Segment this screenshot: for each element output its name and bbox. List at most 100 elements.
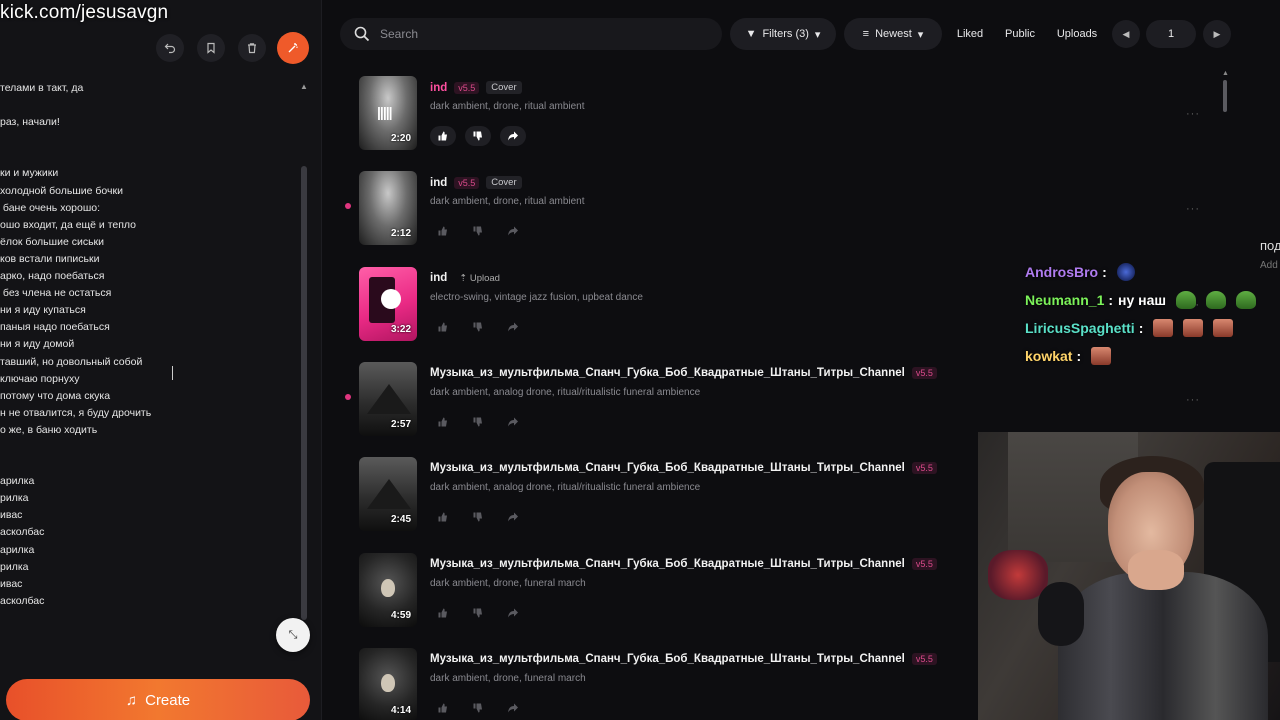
like-button[interactable]	[430, 317, 456, 337]
lyric-line[interactable]	[0, 439, 295, 456]
share-button[interactable]	[500, 507, 526, 527]
share-button[interactable]	[500, 317, 526, 337]
face-emote-icon	[1183, 319, 1204, 337]
song-cover[interactable]: 4:14	[359, 647, 417, 720]
lyric-line[interactable]: рилка	[0, 559, 295, 576]
like-button[interactable]	[430, 412, 456, 432]
lyric-line[interactable]: арилка	[0, 473, 295, 490]
undo-button[interactable]	[156, 34, 184, 62]
song-row[interactable]: ||||| 2:20 ind v5.5 Cover dark ambient, …	[344, 76, 1204, 156]
lyric-line[interactable]: ивас	[0, 507, 295, 524]
search-bar[interactable]	[340, 18, 722, 50]
prev-page-button[interactable]: ◀	[1112, 20, 1140, 48]
lyric-line[interactable]	[0, 97, 295, 114]
more-options-icon[interactable]: ···	[1186, 108, 1200, 120]
lyric-line[interactable]: ки и мужики	[0, 165, 295, 182]
share-button[interactable]	[500, 412, 526, 432]
lyric-line[interactable]: ключаю порнуху	[0, 371, 295, 388]
song-list-scrollbar[interactable]	[1223, 80, 1227, 112]
lyric-line[interactable]: асколбас	[0, 524, 295, 541]
song-title[interactable]: Музыка_из_мультфильма_Спанч_Губка_Боб_Кв…	[430, 558, 905, 570]
like-button[interactable]	[430, 603, 456, 623]
lyric-line[interactable]	[0, 148, 295, 165]
song-cover[interactable]: 4:59	[359, 552, 417, 627]
lyric-line[interactable]: арко, надо поебаться	[0, 268, 295, 285]
create-button[interactable]: ♫ Create	[6, 679, 310, 720]
version-badge: v5.5	[911, 557, 937, 570]
lyrics-scrollbar[interactable]	[301, 166, 307, 620]
dislike-button[interactable]	[465, 126, 491, 146]
dislike-button[interactable]	[465, 221, 491, 241]
song-title[interactable]: ind	[430, 272, 447, 284]
song-cover[interactable]: ||||| 2:20	[359, 76, 417, 150]
song-tag-label: Cover	[491, 177, 517, 189]
more-options-icon[interactable]: ···	[1186, 203, 1200, 215]
song-cover[interactable]: 2:12	[359, 171, 417, 246]
delete-button[interactable]	[238, 34, 266, 62]
scroll-up-icon[interactable]: ▲	[1222, 70, 1229, 77]
lyric-line[interactable]: арилка	[0, 542, 295, 559]
song-title[interactable]: Музыка_из_мультфильма_Спанч_Губка_Боб_Кв…	[430, 367, 905, 379]
song-title[interactable]: Музыка_из_мультфильма_Спанч_Губка_Боб_Кв…	[430, 462, 905, 474]
thumbs-up-icon	[437, 225, 449, 237]
upload-icon: ⇡	[459, 272, 470, 284]
sort-button[interactable]: ≡ Newest ▾	[844, 18, 942, 50]
song-title[interactable]: ind	[430, 177, 447, 189]
lyrics-text[interactable]: телами в такт, да раз, начали! ки и мужики…	[0, 80, 295, 610]
song-cover[interactable]: 2:45	[359, 457, 417, 532]
lyric-line[interactable]: о же, в баню ходить	[0, 422, 295, 439]
share-button[interactable]	[500, 603, 526, 623]
share-button[interactable]	[500, 698, 526, 718]
lyric-line[interactable]: холодной большие бочки	[0, 183, 295, 200]
uploads-filter-button[interactable]: Uploads	[1050, 18, 1104, 50]
liked-filter-button[interactable]: Liked	[950, 18, 990, 50]
lyric-line[interactable]: ошо входит, да ещё и тепло	[0, 217, 295, 234]
lyric-line[interactable]: паныя надо поебаться	[0, 319, 295, 336]
page-number[interactable]: 1	[1146, 20, 1196, 48]
lyric-line[interactable]: потому что дома скука	[0, 388, 295, 405]
like-button[interactable]	[430, 698, 456, 718]
more-options-icon[interactable]: ···	[1186, 394, 1200, 406]
lyric-line[interactable]: без члена не остаться	[0, 285, 295, 302]
like-button[interactable]	[430, 507, 456, 527]
share-button[interactable]	[500, 126, 526, 146]
lyric-line[interactable]: ни я иду домой	[0, 336, 295, 353]
dislike-button[interactable]	[465, 698, 491, 718]
next-page-button[interactable]: ▶	[1203, 20, 1231, 48]
like-button[interactable]	[430, 221, 456, 241]
dislike-button[interactable]	[465, 603, 491, 623]
thumbs-up-icon	[437, 416, 449, 428]
song-row[interactable]: 2:12 ind v5.5 Cover dark ambient, drone,…	[344, 171, 1204, 251]
lyric-line[interactable]	[0, 131, 295, 148]
song-cover[interactable]: 3:22	[359, 266, 417, 341]
public-filter-button[interactable]: Public	[998, 18, 1042, 50]
filters-button[interactable]: ▼ Filters (3) ▾	[730, 18, 836, 50]
lyric-line[interactable]: рилка	[0, 490, 295, 507]
lyric-line[interactable]: ков встали пиписьки	[0, 251, 295, 268]
search-input[interactable]	[380, 27, 680, 41]
song-title[interactable]: ind	[430, 82, 447, 94]
magic-wand-button[interactable]	[277, 32, 309, 64]
song-title[interactable]: Музыка_из_мультфильма_Спанч_Губка_Боб_Кв…	[430, 653, 905, 665]
lyric-line[interactable]: ни я иду купаться	[0, 302, 295, 319]
dislike-button[interactable]	[465, 317, 491, 337]
lyric-line[interactable]: н не отвалится, я буду дрочить	[0, 405, 295, 422]
collapse-caret-icon[interactable]: ▲	[300, 82, 308, 91]
lyric-line[interactable]: телами в такт, да	[0, 80, 295, 97]
lyric-line[interactable]: раз, начали!	[0, 114, 295, 131]
lyric-line[interactable]	[0, 456, 295, 473]
lyric-line[interactable]: ивас	[0, 576, 295, 593]
lyric-line[interactable]: ёлок большие сиськи	[0, 234, 295, 251]
like-button[interactable]	[430, 126, 456, 146]
bookmark-button[interactable]	[197, 34, 225, 62]
search-icon	[354, 26, 370, 42]
lyric-line[interactable]: тавший, но довольный собой	[0, 354, 295, 371]
song-cover[interactable]: 2:57	[359, 361, 417, 436]
dislike-button[interactable]	[465, 507, 491, 527]
song-row[interactable]: 2:57 Музыка_из_мультфильма_Спанч_Губка_Б…	[344, 361, 1204, 442]
expand-button[interactable]: ⤡	[276, 618, 310, 652]
lyric-line[interactable]: асколбас	[0, 593, 295, 610]
share-button[interactable]	[500, 221, 526, 241]
dislike-button[interactable]	[465, 412, 491, 432]
lyric-line[interactable]: бане очень хорошо:	[0, 200, 295, 217]
